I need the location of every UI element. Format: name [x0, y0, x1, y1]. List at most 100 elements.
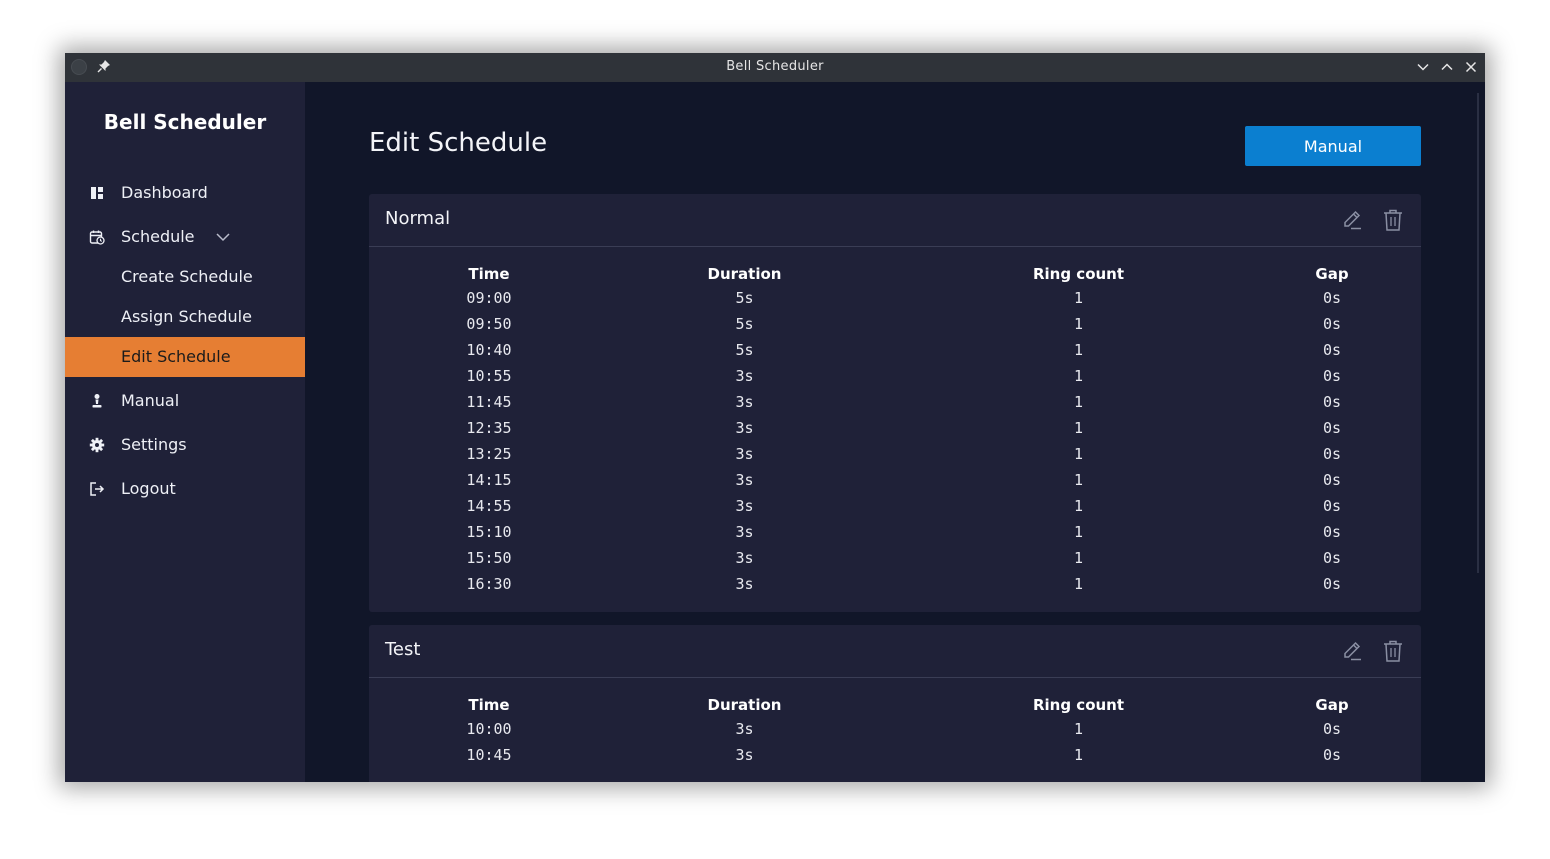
cell-duration: 3s	[735, 549, 754, 567]
cell-gap: 0s	[1322, 419, 1342, 437]
column-header-time: Time	[468, 265, 510, 283]
cell-gap: 0s	[1322, 471, 1342, 489]
cell-duration: 3s	[735, 393, 754, 411]
cell-gap: 0s	[1322, 341, 1342, 359]
maximize-icon[interactable]	[1440, 60, 1454, 74]
sidebar-item-settings[interactable]: Settings	[65, 425, 305, 465]
cell-time: 14:15	[466, 471, 512, 489]
cell-duration: 3s	[735, 497, 754, 515]
table-row: 10:00 3s 1 0s	[369, 716, 1421, 742]
calendar-clock-icon	[89, 230, 105, 245]
page-title: Edit Schedule	[369, 128, 548, 158]
column-header-time: Time	[468, 696, 510, 714]
edit-pencil-icon[interactable]	[1341, 639, 1363, 663]
cell-time: 11:45	[466, 393, 512, 411]
cell-ring-count: 1	[1073, 471, 1084, 489]
schedule-table: Time Duration Ring count Gap 09:00 5s 1 0s 0…	[369, 263, 1421, 597]
trash-icon[interactable]	[1382, 208, 1404, 232]
cell-gap: 0s	[1322, 367, 1342, 385]
cell-time: 10:45	[466, 746, 512, 764]
table-row: 10:45 3s 1 0s	[369, 742, 1421, 768]
cell-duration: 3s	[735, 445, 754, 463]
cell-duration: 5s	[735, 289, 754, 307]
cell-time: 10:55	[466, 367, 512, 385]
sidebar-item-label: Create Schedule	[121, 267, 253, 286]
cell-duration: 3s	[735, 575, 754, 593]
gear-icon	[89, 437, 105, 453]
schedule-name: Test	[385, 639, 421, 660]
schedule-name: Normal	[385, 208, 451, 229]
schedule-card-normal: Normal Time Duration Ring count Gap 09:0…	[369, 194, 1421, 612]
cell-gap: 0s	[1322, 746, 1342, 764]
sidebar-item-manual[interactable]: Manual	[65, 381, 305, 421]
chevron-down-icon[interactable]	[215, 230, 231, 244]
sidebar-item-label: Manual	[121, 391, 180, 410]
trash-icon[interactable]	[1382, 639, 1404, 663]
sidebar-item-edit-schedule[interactable]: Edit Schedule	[65, 337, 305, 377]
cell-time: 09:50	[466, 315, 512, 333]
sidebar-item-assign-schedule[interactable]: Assign Schedule	[65, 297, 305, 337]
table-header-row: Time Duration Ring count Gap	[369, 263, 1421, 285]
minimize-icon[interactable]	[1416, 60, 1430, 74]
cell-duration: 3s	[735, 367, 754, 385]
cell-time: 12:35	[466, 419, 512, 437]
app-window: Bell Scheduler Bell Scheduler Dashboard	[65, 53, 1485, 782]
sidebar-item-label: Dashboard	[121, 183, 208, 202]
schedule-table: Time Duration Ring count Gap 10:00 3s 1 0s 1…	[369, 694, 1421, 768]
dashboard-icon	[91, 187, 103, 199]
cell-ring-count: 1	[1073, 289, 1084, 307]
manual-button[interactable]: Manual	[1245, 126, 1421, 166]
edit-pencil-icon[interactable]	[1341, 208, 1363, 232]
cell-ring-count: 1	[1073, 445, 1084, 463]
sidebar-item-label: Schedule	[121, 227, 195, 246]
cell-time: 13:25	[466, 445, 512, 463]
table-row: 10:40 5s 1 0s	[369, 337, 1421, 363]
cell-gap: 0s	[1322, 393, 1342, 411]
column-header-ring-count: Ring count	[1032, 265, 1125, 283]
vertical-scrollbar[interactable]	[1477, 93, 1479, 573]
table-row: 09:00 5s 1 0s	[369, 285, 1421, 311]
table-row: 12:35 3s 1 0s	[369, 415, 1421, 441]
cell-time: 10:00	[466, 720, 512, 738]
cell-duration: 3s	[735, 419, 754, 437]
sidebar-item-logout[interactable]: Logout	[65, 469, 305, 509]
cell-ring-count: 1	[1073, 341, 1084, 359]
cell-gap: 0s	[1322, 289, 1342, 307]
bell-person-icon	[92, 394, 102, 408]
cell-gap: 0s	[1322, 497, 1342, 515]
sidebar-item-dashboard[interactable]: Dashboard	[65, 173, 305, 213]
cell-gap: 0s	[1322, 315, 1342, 333]
column-header-duration: Duration	[707, 265, 782, 283]
cell-duration: 3s	[735, 471, 754, 489]
sidebar-item-schedule[interactable]: Schedule	[65, 217, 305, 257]
cell-time: 15:50	[466, 549, 512, 567]
table-row: 15:50 3s 1 0s	[369, 545, 1421, 571]
logout-icon	[90, 482, 105, 496]
cell-ring-count: 1	[1073, 523, 1084, 541]
cell-ring-count: 1	[1073, 419, 1084, 437]
cell-gap: 0s	[1322, 720, 1342, 738]
cell-gap: 0s	[1322, 575, 1342, 593]
sidebar-item-label: Assign Schedule	[121, 307, 252, 326]
card-header: Normal	[369, 194, 1421, 247]
column-header-ring-count: Ring count	[1032, 696, 1125, 714]
table-body: 09:00 5s 1 0s 09:50 5s 1 0s 10:40 5s 1 0s 10:55 3s 1 0s…	[369, 285, 1421, 597]
cell-time: 09:00	[466, 289, 512, 307]
sidebar-item-create-schedule[interactable]: Create Schedule	[65, 257, 305, 297]
main-content: Edit Schedule Manual Normal Time Duratio…	[305, 82, 1485, 782]
cell-gap: 0s	[1322, 549, 1342, 567]
app-brand: Bell Scheduler	[103, 110, 267, 134]
cell-ring-count: 1	[1073, 367, 1084, 385]
cell-gap: 0s	[1322, 523, 1342, 541]
cell-ring-count: 1	[1073, 549, 1084, 567]
window-title: Bell Scheduler	[726, 59, 824, 74]
table-header-row: Time Duration Ring count Gap	[369, 694, 1421, 716]
close-icon[interactable]	[1464, 60, 1478, 74]
table-row: 14:55 3s 1 0s	[369, 493, 1421, 519]
table-row: 14:15 3s 1 0s	[369, 467, 1421, 493]
cell-time: 10:40	[466, 341, 512, 359]
table-row: 10:55 3s 1 0s	[369, 363, 1421, 389]
table-row: 11:45 3s 1 0s	[369, 389, 1421, 415]
sidebar-item-label: Logout	[121, 479, 176, 498]
cell-ring-count: 1	[1073, 315, 1084, 333]
